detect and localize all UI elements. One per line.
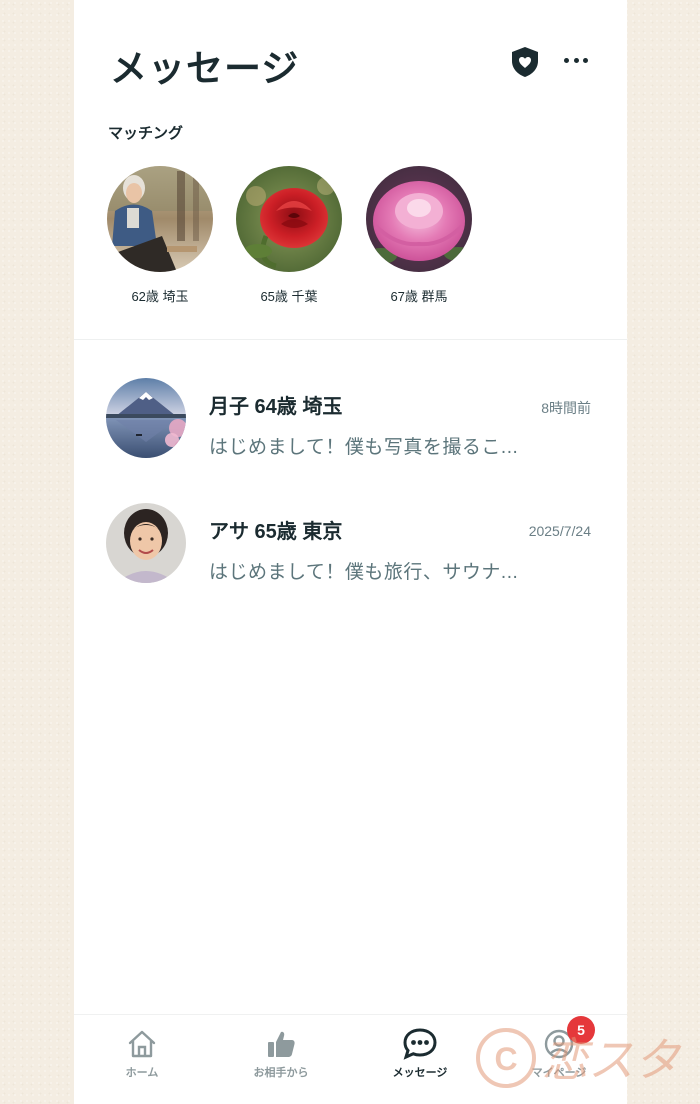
shield-heart-icon[interactable] — [510, 46, 540, 78]
conversation-name: 月子 64歳 埼玉 — [209, 396, 343, 418]
conversation-row[interactable]: 月子 64歳 埼玉 8時間前 はじめまして！僕も写真を撮るこ... — [74, 378, 627, 468]
conversation-time: 2025/7/24 — [528, 523, 591, 539]
nav-label: お相手から — [253, 1067, 309, 1079]
matching-item[interactable]: 65歳 千葉 — [236, 166, 342, 305]
conversation-name: アサ 65歳 東京 — [209, 521, 343, 543]
nav-label: メッセージ — [392, 1067, 448, 1079]
nav-item-home[interactable]: ホーム — [87, 1027, 197, 1080]
nav-item-likes[interactable]: お相手から — [226, 1027, 336, 1080]
page-title: メッセージ — [110, 48, 300, 89]
conversation-preview: はじめまして！僕も写真を撮るこ... — [209, 437, 519, 458]
smiling-woman-photo — [106, 503, 186, 583]
nav-item-mypage[interactable]: マイページ — [504, 1027, 614, 1080]
chat-bubble-icon — [403, 1028, 437, 1060]
matching-avatar[interactable] — [107, 166, 213, 272]
notification-badge: 5 — [567, 1016, 595, 1044]
matching-item[interactable]: 67歳 群馬 — [366, 166, 472, 305]
message-screen: メッセージ マッチング 62歳 埼玉 65歳 千葉 67歳 群馬 月子 64歳 … — [74, 0, 627, 1104]
home-icon — [128, 1030, 156, 1058]
nav-label: ホーム — [125, 1067, 159, 1079]
matching-avatar[interactable] — [236, 166, 342, 272]
conversation-time: 8時間前 — [541, 400, 591, 416]
conversation-row[interactable]: アサ 65歳 東京 2025/7/24 はじめまして！僕も旅行、サウナ... — [74, 503, 627, 593]
more-options-icon[interactable] — [564, 48, 588, 72]
conversation-preview: はじめまして！僕も旅行、サウナ... — [209, 562, 519, 583]
elderly-woman-photo — [107, 166, 213, 272]
section-divider — [74, 339, 627, 340]
matching-item[interactable]: 62歳 埼玉 — [107, 166, 213, 305]
conversation-avatar[interactable] — [106, 503, 186, 583]
matching-caption: 62歳 埼玉 — [131, 289, 189, 304]
matching-caption: 65歳 千葉 — [260, 289, 318, 304]
mount-fuji-photo — [106, 378, 186, 458]
thumbs-up-icon — [268, 1031, 295, 1057]
dot — [573, 57, 579, 63]
dot — [583, 57, 588, 63]
pink-peony-photo — [366, 166, 472, 272]
nav-item-messages[interactable]: メッセージ — [365, 1027, 475, 1080]
bottom-navigation: ホーム お相手から メッセージ マイページ — [74, 1014, 627, 1104]
matching-avatar[interactable] — [366, 166, 472, 272]
nav-label: マイページ — [531, 1067, 587, 1079]
matching-caption: 67歳 群馬 — [390, 289, 448, 304]
conversation-avatar[interactable] — [106, 378, 186, 458]
red-rose-photo — [236, 166, 342, 272]
matching-section-label: マッチング — [108, 125, 184, 142]
dot — [564, 57, 569, 63]
